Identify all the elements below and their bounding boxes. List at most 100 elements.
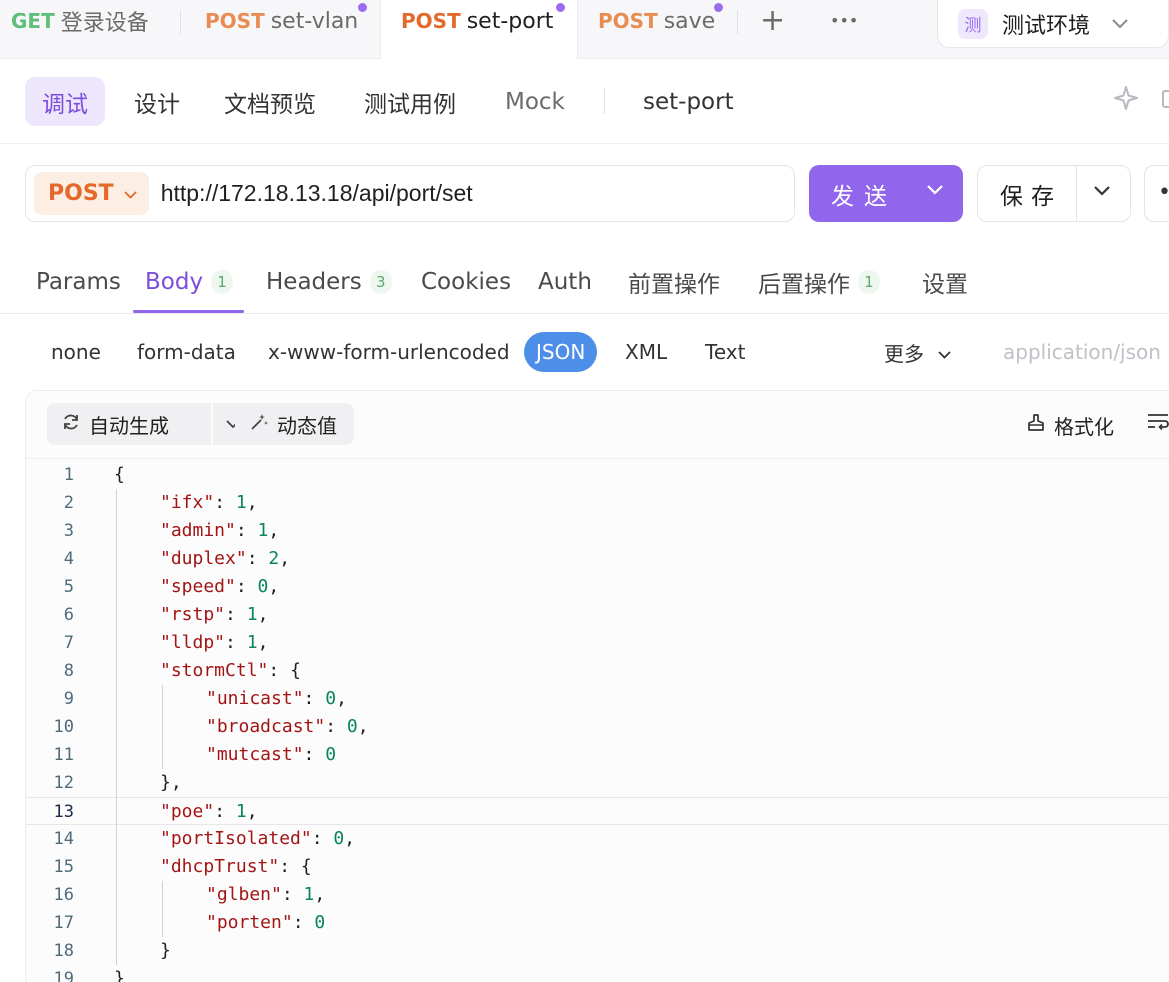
code-text: "duplex": 2, [160, 545, 290, 573]
tab-save[interactable]: POST save [598, 0, 715, 42]
dynamic-value-button[interactable]: 动态值 [235, 403, 354, 445]
tab-params[interactable]: Params [36, 262, 121, 302]
tab-set-vlan[interactable]: POST set-vlan [205, 0, 358, 42]
code-line: 17 "porten": 0 [26, 909, 1169, 937]
tab-login-device[interactable]: GET 登录设备 [11, 0, 149, 42]
method-select[interactable]: POST [34, 172, 149, 215]
body-type-xml[interactable]: XML [625, 332, 667, 372]
line-number: 10 [53, 717, 74, 737]
panel-icon[interactable] [1162, 90, 1169, 108]
code-text: "unicast": 0, [206, 685, 347, 713]
unsaved-dot-icon [358, 3, 367, 12]
tab-pre-actions[interactable]: 前置操作 [628, 262, 720, 302]
line-number: 17 [53, 913, 74, 933]
indent-guide [162, 685, 163, 769]
code-line: 10 "broadcast": 0, [26, 713, 1169, 741]
json-number: 0 [333, 828, 345, 849]
json-brace: { [114, 464, 125, 485]
json-number: 0 [314, 912, 326, 933]
json-key: "unicast" [206, 688, 304, 709]
chevron-down-icon[interactable] [927, 180, 943, 200]
tab-auth[interactable]: Auth [538, 262, 592, 302]
json-colon: : [281, 884, 304, 905]
json-brace: } [114, 968, 125, 982]
body-type-urlencoded[interactable]: x-www-form-urlencoded [268, 332, 510, 372]
body-type-json[interactable]: JSON [524, 332, 598, 372]
json-number: 2 [268, 548, 280, 569]
json-key: "portIsolated" [160, 828, 312, 849]
body-type-none[interactable]: none [51, 332, 101, 372]
environment-selector[interactable]: 测 测试环境 [937, 0, 1169, 48]
json-brace: { [300, 856, 312, 877]
code-text: "lldp": 1, [160, 629, 268, 657]
chevron-down-icon[interactable] [1094, 181, 1110, 201]
method-label: POST [598, 9, 658, 33]
tab-mock[interactable]: Mock [505, 77, 565, 126]
plus-icon[interactable]: + [760, 2, 785, 40]
body-type-text[interactable]: Text [705, 332, 745, 372]
code-text: { [114, 461, 125, 489]
send-button[interactable]: 发送 [809, 165, 963, 222]
line-number: 19 [53, 969, 74, 982]
endpoint-name[interactable]: set-port [643, 77, 734, 126]
chevron-down-icon [124, 185, 137, 203]
json-punct: , [268, 520, 280, 541]
auto-generate-button[interactable]: 自动生成 [47, 403, 211, 445]
editor-toolbar: 自动生成 动态值 格式化 [26, 391, 1169, 459]
mode-divider [604, 88, 605, 114]
line-number: 4 [63, 549, 74, 569]
format-button[interactable]: 格式化 [1026, 411, 1114, 440]
tab-post-actions[interactable]: 后置操作 1 [758, 262, 880, 302]
json-colon: : [235, 520, 258, 541]
tab-doc-preview[interactable]: 文档预览 [224, 77, 316, 126]
json-brace: } [160, 772, 171, 793]
tab-settings[interactable]: 设置 [922, 262, 968, 302]
ellipsis-icon[interactable]: ••• [830, 2, 858, 40]
json-punct: , [336, 688, 347, 709]
code-line: 19} [26, 965, 1169, 982]
json-number: 0 [325, 744, 337, 765]
url-input[interactable]: http://172.18.13.18/api/port/set [161, 180, 473, 207]
mode-tabs: 调试 设计 文档预览 测试用例 Mock set-port [0, 60, 1169, 144]
json-key: "porten" [206, 912, 293, 933]
body-type-form-data[interactable]: form-data [137, 332, 236, 372]
code-text: "porten": 0 [206, 909, 325, 937]
body-type-more[interactable]: 更多 [884, 332, 951, 372]
tab-design[interactable]: 设计 [134, 77, 180, 126]
tab-cookies[interactable]: Cookies [421, 262, 511, 302]
json-key: "lldp" [160, 632, 226, 653]
json-number: 1 [235, 492, 247, 513]
tab-debug[interactable]: 调试 [25, 77, 105, 126]
json-punct: , [268, 576, 280, 597]
code-text: } [114, 965, 125, 982]
json-colon: : [225, 604, 247, 625]
more-actions-button[interactable]: • [1144, 165, 1169, 222]
word-wrap-icon[interactable] [1146, 411, 1169, 437]
json-colon: : [235, 576, 258, 597]
indent-guide [116, 489, 117, 965]
environment-label: 测试环境 [1002, 13, 1091, 39]
code-line: 3 "admin": 1, [26, 517, 1169, 545]
save-button[interactable]: 保存 [977, 165, 1131, 222]
tab-test-cases[interactable]: 测试用例 [364, 77, 456, 126]
method-label: POST [401, 9, 461, 33]
tab-label: 后置操作 [758, 272, 850, 298]
refresh-icon [61, 412, 81, 437]
count-badge: 1 [858, 270, 880, 294]
tab-label: Headers [266, 269, 362, 295]
tab-body[interactable]: Body 1 [145, 262, 234, 302]
json-key: "rstp" [160, 604, 226, 625]
code-line: 1{ [26, 461, 1169, 489]
tab-name: save [663, 8, 716, 34]
content-type-label: application/json [1003, 340, 1161, 364]
tab-headers[interactable]: Headers 3 [266, 262, 392, 302]
code-line: 15 "dhcpTrust": { [26, 853, 1169, 881]
json-punct: , [314, 884, 326, 905]
sparkle-icon[interactable] [1112, 84, 1140, 119]
json-punct: , [257, 604, 269, 625]
code-editor[interactable]: 1{2 "ifx": 1, 3 "admin": 1, 4 "duplex": 2, 5 "s… [26, 461, 1169, 982]
tab-set-port[interactable]: POST set-port [380, 0, 578, 59]
json-number: 1 [246, 604, 258, 625]
broom-icon [1026, 413, 1046, 438]
json-key: "ifx" [160, 492, 215, 513]
